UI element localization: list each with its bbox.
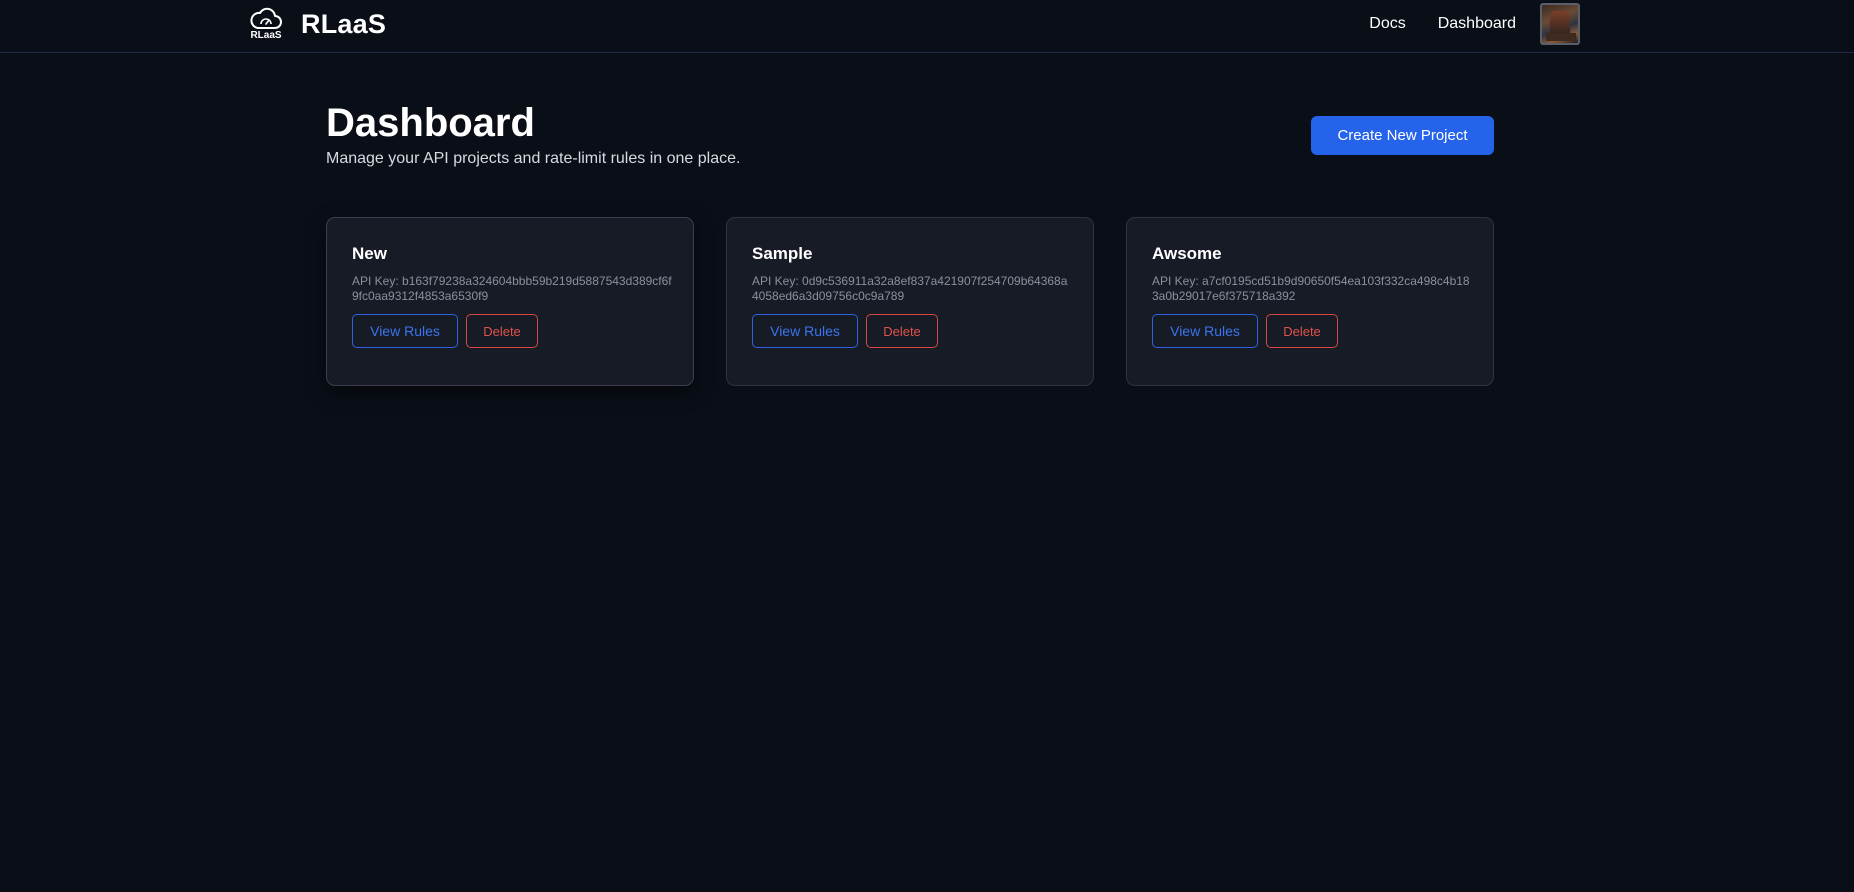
project-name: Awsome	[1152, 244, 1222, 263]
view-rules-button[interactable]: View Rules	[352, 314, 458, 348]
api-key: API Key: a7cf0195cd51b9d90650f54ea103f33…	[1152, 274, 1470, 303]
top-navbar: RLaaS RLaaS Docs Dashboard	[0, 0, 1854, 53]
project-name: Sample	[752, 244, 813, 263]
delete-button[interactable]: Delete	[466, 314, 538, 348]
nav-links: Docs Dashboard	[1369, 3, 1580, 45]
delete-button[interactable]: Delete	[1266, 314, 1338, 348]
project-card: Awsome API Key: a7cf0195cd51b9d90650f54e…	[1126, 217, 1494, 386]
brand-name[interactable]: RLaaS	[301, 9, 386, 40]
api-key: API Key: 0d9c536911a32a8ef837a421907f254…	[752, 274, 1068, 303]
card-actions: View Rules Delete	[1152, 314, 1469, 348]
logo-text: RLaaS	[250, 30, 282, 41]
project-card: New API Key: b163f79238a324604bbb59b219d…	[326, 217, 694, 386]
card-actions: View Rules Delete	[752, 314, 1069, 348]
project-list: New API Key: b163f79238a324604bbb59b219d…	[326, 217, 1494, 386]
api-key: API Key: b163f79238a324604bbb59b219d5887…	[352, 274, 672, 303]
view-rules-button[interactable]: View Rules	[752, 314, 858, 348]
brand[interactable]: RLaaS RLaaS	[248, 6, 386, 42]
delete-button[interactable]: Delete	[866, 314, 938, 348]
view-rules-button[interactable]: View Rules	[1152, 314, 1258, 348]
cloud-gauge-icon[interactable]: RLaaS	[248, 6, 284, 42]
nav-link-docs[interactable]: Docs	[1369, 15, 1405, 33]
create-new-project-button[interactable]: Create New Project	[1311, 116, 1494, 155]
page-header: Dashboard Manage your API projects and r…	[326, 100, 1494, 172]
project-name: New	[352, 244, 387, 263]
nav-link-dashboard[interactable]: Dashboard	[1438, 15, 1516, 33]
user-avatar[interactable]	[1540, 3, 1580, 45]
card-actions: View Rules Delete	[352, 314, 669, 348]
project-card: Sample API Key: 0d9c536911a32a8ef837a421…	[726, 217, 1094, 386]
cloud-icon	[250, 7, 282, 29]
